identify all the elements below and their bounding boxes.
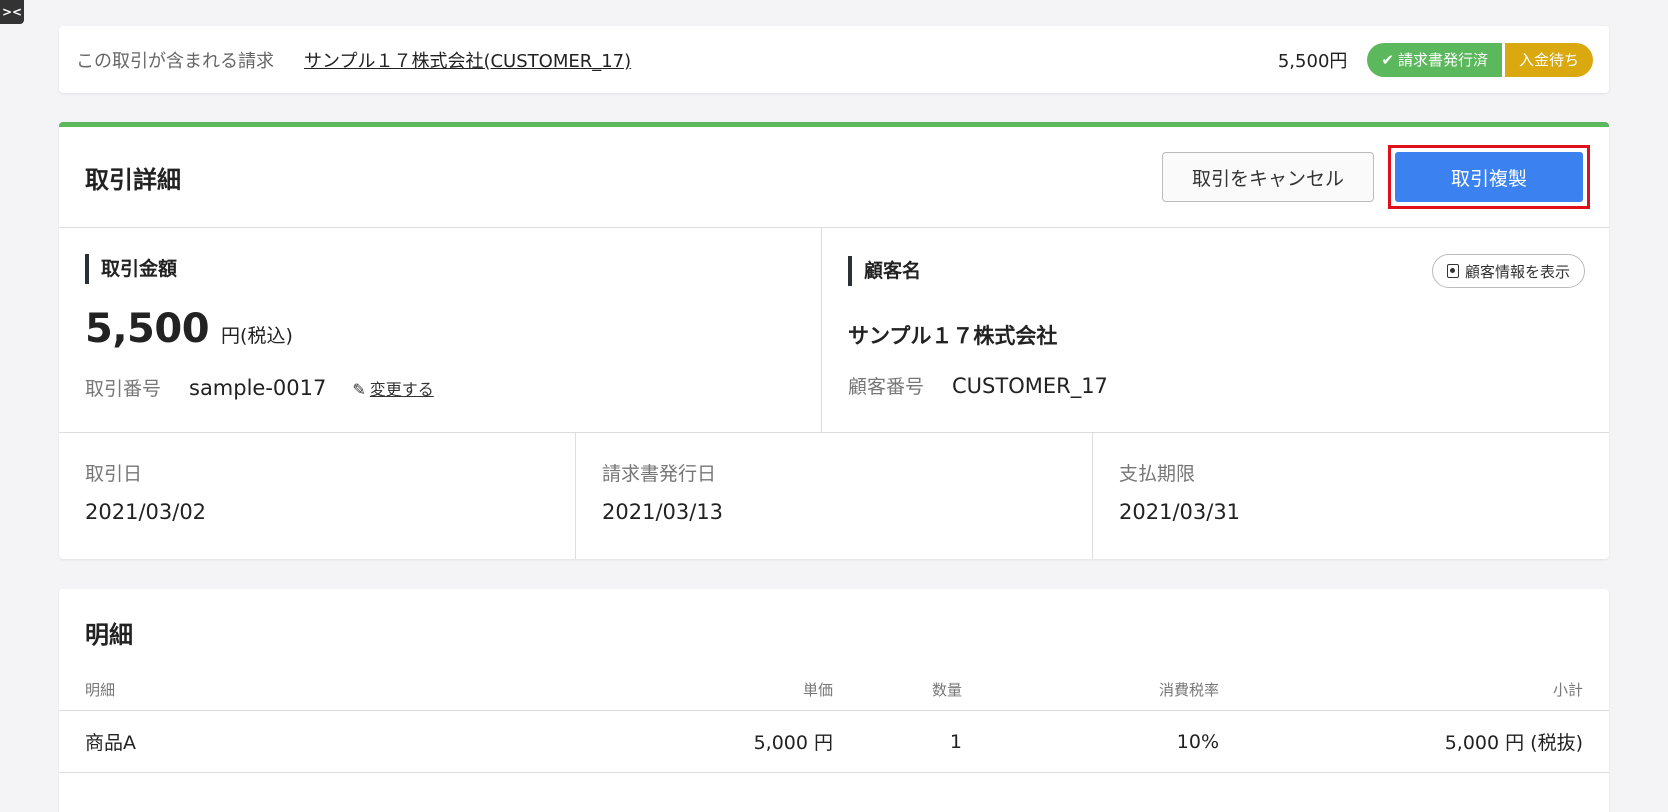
transaction-number-label: 取引番号 [85, 378, 162, 400]
duplicate-transaction-button[interactable]: 取引複製 [1395, 152, 1583, 202]
payment-due-date-label: 支払期限 [1119, 463, 1196, 485]
transaction-date-value: 2021/03/02 [85, 500, 207, 524]
edit-link-label: 変更する [369, 379, 434, 399]
customer-number-value: CUSTOMER_17 [952, 373, 1108, 398]
cancel-transaction-button[interactable]: 取引をキャンセル [1162, 152, 1374, 202]
item-subtotal: 5,000 円 (税抜) [1444, 732, 1583, 754]
payment-due-date: 支払期限 2021/03/31 [1093, 433, 1609, 559]
transaction-number: 取引番号 sample-0017 ✎ 変更する [85, 374, 795, 401]
detail-row-dates: 取引日 2021/03/02 請求書発行日 2021/03/13 支払期限 20… [59, 433, 1609, 559]
payment-due-date-value: 2021/03/31 [1119, 500, 1241, 524]
status-badge-pending: 入金待ち [1504, 42, 1593, 77]
line-items-card: 明細 明細 単価 数量 消費税率 小計 商品A 5,000 円 1 10% 5,… [59, 589, 1609, 812]
item-qty: 1 [949, 730, 962, 753]
customer-section: 顧客名 顧客情報を表示 サンプル１７株式会社 顧客番号 CUSTOMER_17 [822, 228, 1609, 432]
item-name: 商品A [85, 732, 136, 754]
invoice-issue-date-value: 2021/03/13 [602, 500, 724, 524]
customer-number-label: 顧客番号 [848, 376, 925, 398]
transaction-amount-value: 5,500 [85, 306, 210, 352]
customer-section-header: 顧客名 顧客情報を表示 [848, 254, 1585, 288]
header-price: 単価 [802, 681, 833, 699]
invoice-bar-label: この取引が含まれる請求 [76, 50, 274, 72]
line-items-title: 明細 [85, 621, 133, 649]
header-qty: 数量 [931, 681, 962, 699]
sidebar-toggle-icon[interactable]: >< [0, 0, 24, 24]
transaction-amount: 5,500 円(税込) [85, 306, 795, 352]
customer-section-title: 顧客名 [848, 256, 1432, 286]
header-tax: 消費税率 [1158, 681, 1219, 699]
item-price: 5,000 円 [753, 732, 833, 754]
customer-number: 顧客番号 CUSTOMER_17 [848, 372, 1585, 399]
table-header: 明細 単価 数量 消費税率 小計 [59, 669, 1609, 711]
table-row: 商品A 5,000 円 1 10% 5,000 円 (税抜) [59, 711, 1609, 773]
transaction-number-value: sample-0017 [189, 375, 327, 400]
invoice-amount: 5,500円 [1277, 50, 1348, 72]
invoice-link[interactable]: サンプル１７株式会社(CUSTOMER_17) [304, 47, 631, 73]
transaction-amount-unit: 円(税込) [221, 325, 293, 347]
transaction-date: 取引日 2021/03/02 [59, 433, 576, 559]
show-customer-info-label: 顧客情報を表示 [1464, 262, 1570, 281]
contact-card-icon [1446, 264, 1459, 278]
page-title: 取引詳細 [85, 165, 181, 194]
invoice-bar: この取引が含まれる請求 サンプル１７株式会社(CUSTOMER_17) 5,50… [59, 26, 1609, 93]
check-icon: ✔ [1381, 50, 1394, 69]
amount-section-title: 取引金額 [85, 254, 795, 284]
edit-transaction-number-link[interactable]: ✎ 変更する [352, 376, 433, 400]
customer-name: サンプル１７株式会社 [848, 324, 1058, 348]
status-badge-issued: ✔ 請求書発行済 [1367, 42, 1502, 77]
invoice-issue-date: 請求書発行日 2021/03/13 [576, 433, 1093, 559]
duplicate-button-highlight: 取引複製 [1388, 145, 1590, 209]
detail-row-main: 取引金額 5,500 円(税込) 取引番号 sample-0017 ✎ 変更する … [59, 228, 1609, 433]
detail-header: 取引詳細 取引をキャンセル 取引複製 [59, 127, 1609, 228]
pencil-icon: ✎ [352, 379, 366, 399]
show-customer-info-button[interactable]: 顧客情報を表示 [1431, 254, 1585, 288]
header-subtotal: 小計 [1552, 681, 1583, 699]
invoice-issue-date-label: 請求書発行日 [602, 463, 717, 485]
item-tax: 10% [1176, 730, 1219, 753]
transaction-detail-card: 取引詳細 取引をキャンセル 取引複製 取引金額 5,500 円(税込) 取引番号… [59, 122, 1609, 559]
status-badge-issued-label: 請求書発行済 [1397, 50, 1488, 69]
header-name: 明細 [85, 681, 116, 699]
transaction-date-label: 取引日 [85, 463, 143, 485]
amount-section: 取引金額 5,500 円(税込) 取引番号 sample-0017 ✎ 変更する [59, 228, 822, 432]
